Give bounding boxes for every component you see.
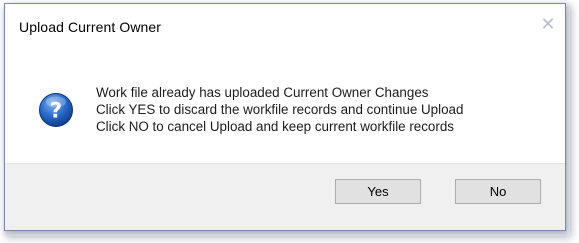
message-text: Work file already has uploaded Current O… [96,84,463,135]
dialog-content: ? Work file already has uploaded Current… [5,42,565,164]
message-line: Click YES to discard the workfile record… [96,102,464,117]
message-line: Work file already has uploaded Current O… [96,85,429,100]
close-icon[interactable]: ✕ [537,13,559,35]
question-glyph: ? [50,99,62,123]
no-button[interactable]: No [455,179,541,204]
button-bar: Yes No [5,163,565,230]
dialog-title: Upload Current Owner [19,19,162,35]
message-dialog: Upload Current Owner ✕ ? Work file alrea… [4,3,566,231]
yes-button[interactable]: Yes [335,179,421,204]
title-bar[interactable]: Upload Current Owner ✕ [5,4,565,42]
message-line: Click NO to cancel Upload and keep curre… [96,119,454,134]
question-icon: ? [39,93,73,127]
